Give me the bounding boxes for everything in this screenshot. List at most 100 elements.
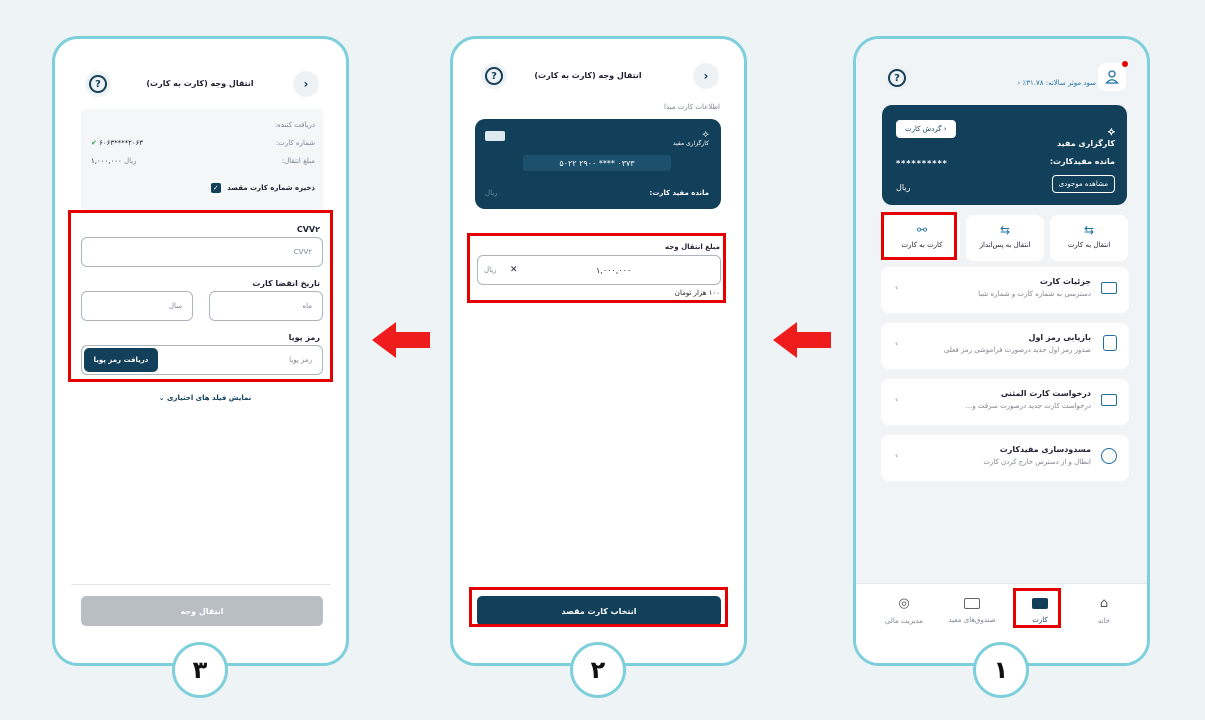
card-number-text: ۶۰۶۳****۲۰۶۳ xyxy=(99,139,144,147)
chevron-right-icon: › xyxy=(303,77,309,91)
tab-card[interactable]: کارت xyxy=(1010,596,1070,624)
save-destination-label: ذخیره شماره کارت مقصد xyxy=(227,184,315,192)
amount-label: مبلغ انتقال وجه xyxy=(665,243,720,251)
chevron-right-icon: › xyxy=(703,69,709,83)
amount-in-words: ۱۰۰ هزار تومان xyxy=(674,289,720,297)
select-destination-card-button[interactable]: انتخاب کارت مقصد xyxy=(477,596,721,626)
dynamic-pin-label: رمز پویا xyxy=(288,333,320,342)
step-number-3: ۳ xyxy=(172,642,228,698)
amount-value: ریال ۱,۰۰۰,۰۰۰ xyxy=(91,157,137,165)
cvv-label: CVV۲ xyxy=(296,225,320,234)
cvv-input[interactable]: CVV۲ xyxy=(81,237,323,267)
month-placeholder: ماه xyxy=(302,302,312,310)
page-title: انتقال وجه (کارت به کارت) xyxy=(534,71,642,80)
balance-label: مانده مفید کارت: xyxy=(649,189,709,197)
lock-icon xyxy=(1103,335,1117,351)
transfer-summary: دریافت کننده: شماره کارت: ✔ ۶۰۶۳****۲۰۶۳… xyxy=(81,109,323,211)
brand-logo: ⟡ کارگزاری مفید xyxy=(1057,125,1115,148)
help-icon: ? xyxy=(888,69,906,87)
chevron-left-icon: ‹ xyxy=(895,451,899,460)
notification-dot xyxy=(1122,61,1128,67)
menu-title: مسدودسازی مفیدکارت xyxy=(999,445,1091,454)
transfer-to-savings-action[interactable]: ⇆ انتقال به پس‌انداز xyxy=(966,215,1044,261)
amount-currency: ریال xyxy=(124,157,137,165)
menu-card-details[interactable]: ‹ جزئیات کارت دسترسی به شماره کارت و شما… xyxy=(881,267,1129,313)
amount-text: ۱,۰۰۰,۰۰۰ xyxy=(91,157,122,165)
balance-masked: ********** xyxy=(896,159,948,168)
card-turnover-button[interactable]: گردش کارت › xyxy=(896,120,956,138)
finance-icon: ◎ xyxy=(898,596,910,611)
source-card-label: اطلاعات کارت مبدا xyxy=(664,103,720,111)
clear-icon[interactable]: ✕ xyxy=(510,265,518,275)
action-label: انتقال به کارت xyxy=(1067,241,1111,249)
back-button[interactable]: › xyxy=(693,63,719,89)
phone-screen-transfer-amount: ? انتقال وجه (کارت به کارت) › اطلاعات کا… xyxy=(450,36,747,666)
menu-title: بازیابی رمز اول xyxy=(1028,333,1091,342)
show-optional-fields-link[interactable]: نمایش فیلد های اختیاری ⌄ xyxy=(115,394,295,402)
profile-button[interactable] xyxy=(1098,61,1128,91)
mofid-card-panel: گردش کارت › ⟡ کارگزاری مفید مانده مفیدکا… xyxy=(882,105,1127,205)
arrow-left-icon xyxy=(372,322,430,358)
dynamic-pin-placeholder: رمز پویا xyxy=(289,356,312,364)
help-icon: ? xyxy=(485,67,503,85)
arrow-left-icon xyxy=(773,322,831,358)
divider xyxy=(71,584,331,585)
profit-rate-text: سود موثر سالانه: ۳۱.۷۸٪ xyxy=(1022,79,1096,87)
help-button[interactable]: ? xyxy=(481,63,507,89)
card-to-card-action[interactable]: ⚯ کارت به کارت xyxy=(884,215,960,261)
action-label: انتقال به پس‌انداز xyxy=(979,241,1031,249)
amount-input[interactable]: ریال ✕ ۱,۰۰۰,۰۰۰ xyxy=(477,255,721,285)
brand-name: کارگزاری مفید xyxy=(672,140,709,147)
tab-financial-management[interactable]: ◎ مدیریت مالی xyxy=(872,596,936,625)
user-icon xyxy=(1105,70,1119,84)
brand-mark-icon: ⟡ xyxy=(702,129,709,140)
menu-duplicate-card[interactable]: ‹ درخواست کارت المثنی درخواست کارت جدید … xyxy=(881,379,1129,425)
expiry-month-input[interactable]: ماه xyxy=(209,291,323,321)
receiver-label: دریافت کننده: xyxy=(274,121,315,129)
chevron-left-icon: ‹ xyxy=(895,283,899,292)
year-placeholder: سال xyxy=(168,302,182,310)
brand-name: کارگزاری مفید xyxy=(1057,139,1115,148)
transfer-to-card-action[interactable]: ⇆ انتقال به کارت xyxy=(1050,215,1128,261)
home-icon: ⌂ xyxy=(1099,596,1109,611)
menu-block-card[interactable]: ‹ مسدودسازی مفیدکارت ابطال و از دسترس خا… xyxy=(881,435,1129,481)
view-balance-button[interactable]: مشاهده موجودی xyxy=(1051,175,1115,193)
amount-label: مبلغ انتقال: xyxy=(281,157,315,165)
verified-check-icon: ✔ xyxy=(91,139,97,147)
menu-title: جزئیات کارت xyxy=(1039,277,1091,286)
card-to-card-icon: ⚯ xyxy=(916,223,928,237)
tab-funds[interactable]: صندوق‌های مفید xyxy=(940,596,1004,624)
card-icon xyxy=(1101,282,1117,294)
get-dynamic-pin-button[interactable]: دریافت رمز پویا xyxy=(84,348,158,372)
help-button[interactable]: ? xyxy=(85,71,111,97)
card-number-value: ✔ ۶۰۶۳****۲۰۶۳ xyxy=(91,139,143,147)
save-destination-checkbox[interactable]: ذخیره شماره کارت مقصد ✓ xyxy=(210,183,315,193)
tab-home[interactable]: ⌂ خانه xyxy=(1074,596,1134,625)
back-button[interactable]: › xyxy=(293,71,319,97)
tab-label: خانه xyxy=(1097,617,1111,625)
step-number-1: ۱ xyxy=(973,642,1029,698)
chevron-left-icon: ‹ xyxy=(895,339,899,348)
profit-rate-link[interactable]: سود موثر سالانه: ۳۱.۷۸٪ ‹ xyxy=(976,79,1096,87)
menu-subtitle: درخواست کارت جدید درصورت سرقت و... xyxy=(965,402,1091,410)
card-number-label: شماره کارت: xyxy=(275,139,315,147)
transfer-button[interactable]: انتقال وجه xyxy=(81,596,323,626)
chevron-left-icon: ‹ xyxy=(895,395,899,404)
card-duplicate-icon xyxy=(1101,394,1117,406)
dynamic-pin-input[interactable]: رمز پویا دریافت رمز پویا xyxy=(81,345,323,375)
tab-label: کارت xyxy=(1032,616,1048,624)
step-number-2: ۲ xyxy=(570,642,626,698)
savings-icon: ⇆ xyxy=(999,223,1011,237)
fingerprint-icon xyxy=(1101,448,1117,464)
card-turnover-label: گردش کارت xyxy=(905,125,942,133)
fund-icon xyxy=(964,598,980,609)
tab-label: صندوق‌های مفید xyxy=(948,616,996,624)
help-button[interactable]: ? xyxy=(884,65,910,91)
balance-label: مانده مفیدکارت: xyxy=(1049,157,1115,166)
tab-label: مدیریت مالی xyxy=(884,617,924,625)
menu-subtitle: صدور رمز اول جدید درصورت فراموشی رمز فعل… xyxy=(943,346,1091,354)
expiry-year-input[interactable]: سال xyxy=(81,291,193,321)
phone-screen-transfer-confirm: ? انتقال وجه (کارت به کارت) › دریافت کنن… xyxy=(52,36,349,666)
menu-reset-pin[interactable]: ‹ بازیابی رمز اول صدور رمز اول جدید درصو… xyxy=(881,323,1129,369)
card-chip-icon xyxy=(485,131,505,141)
